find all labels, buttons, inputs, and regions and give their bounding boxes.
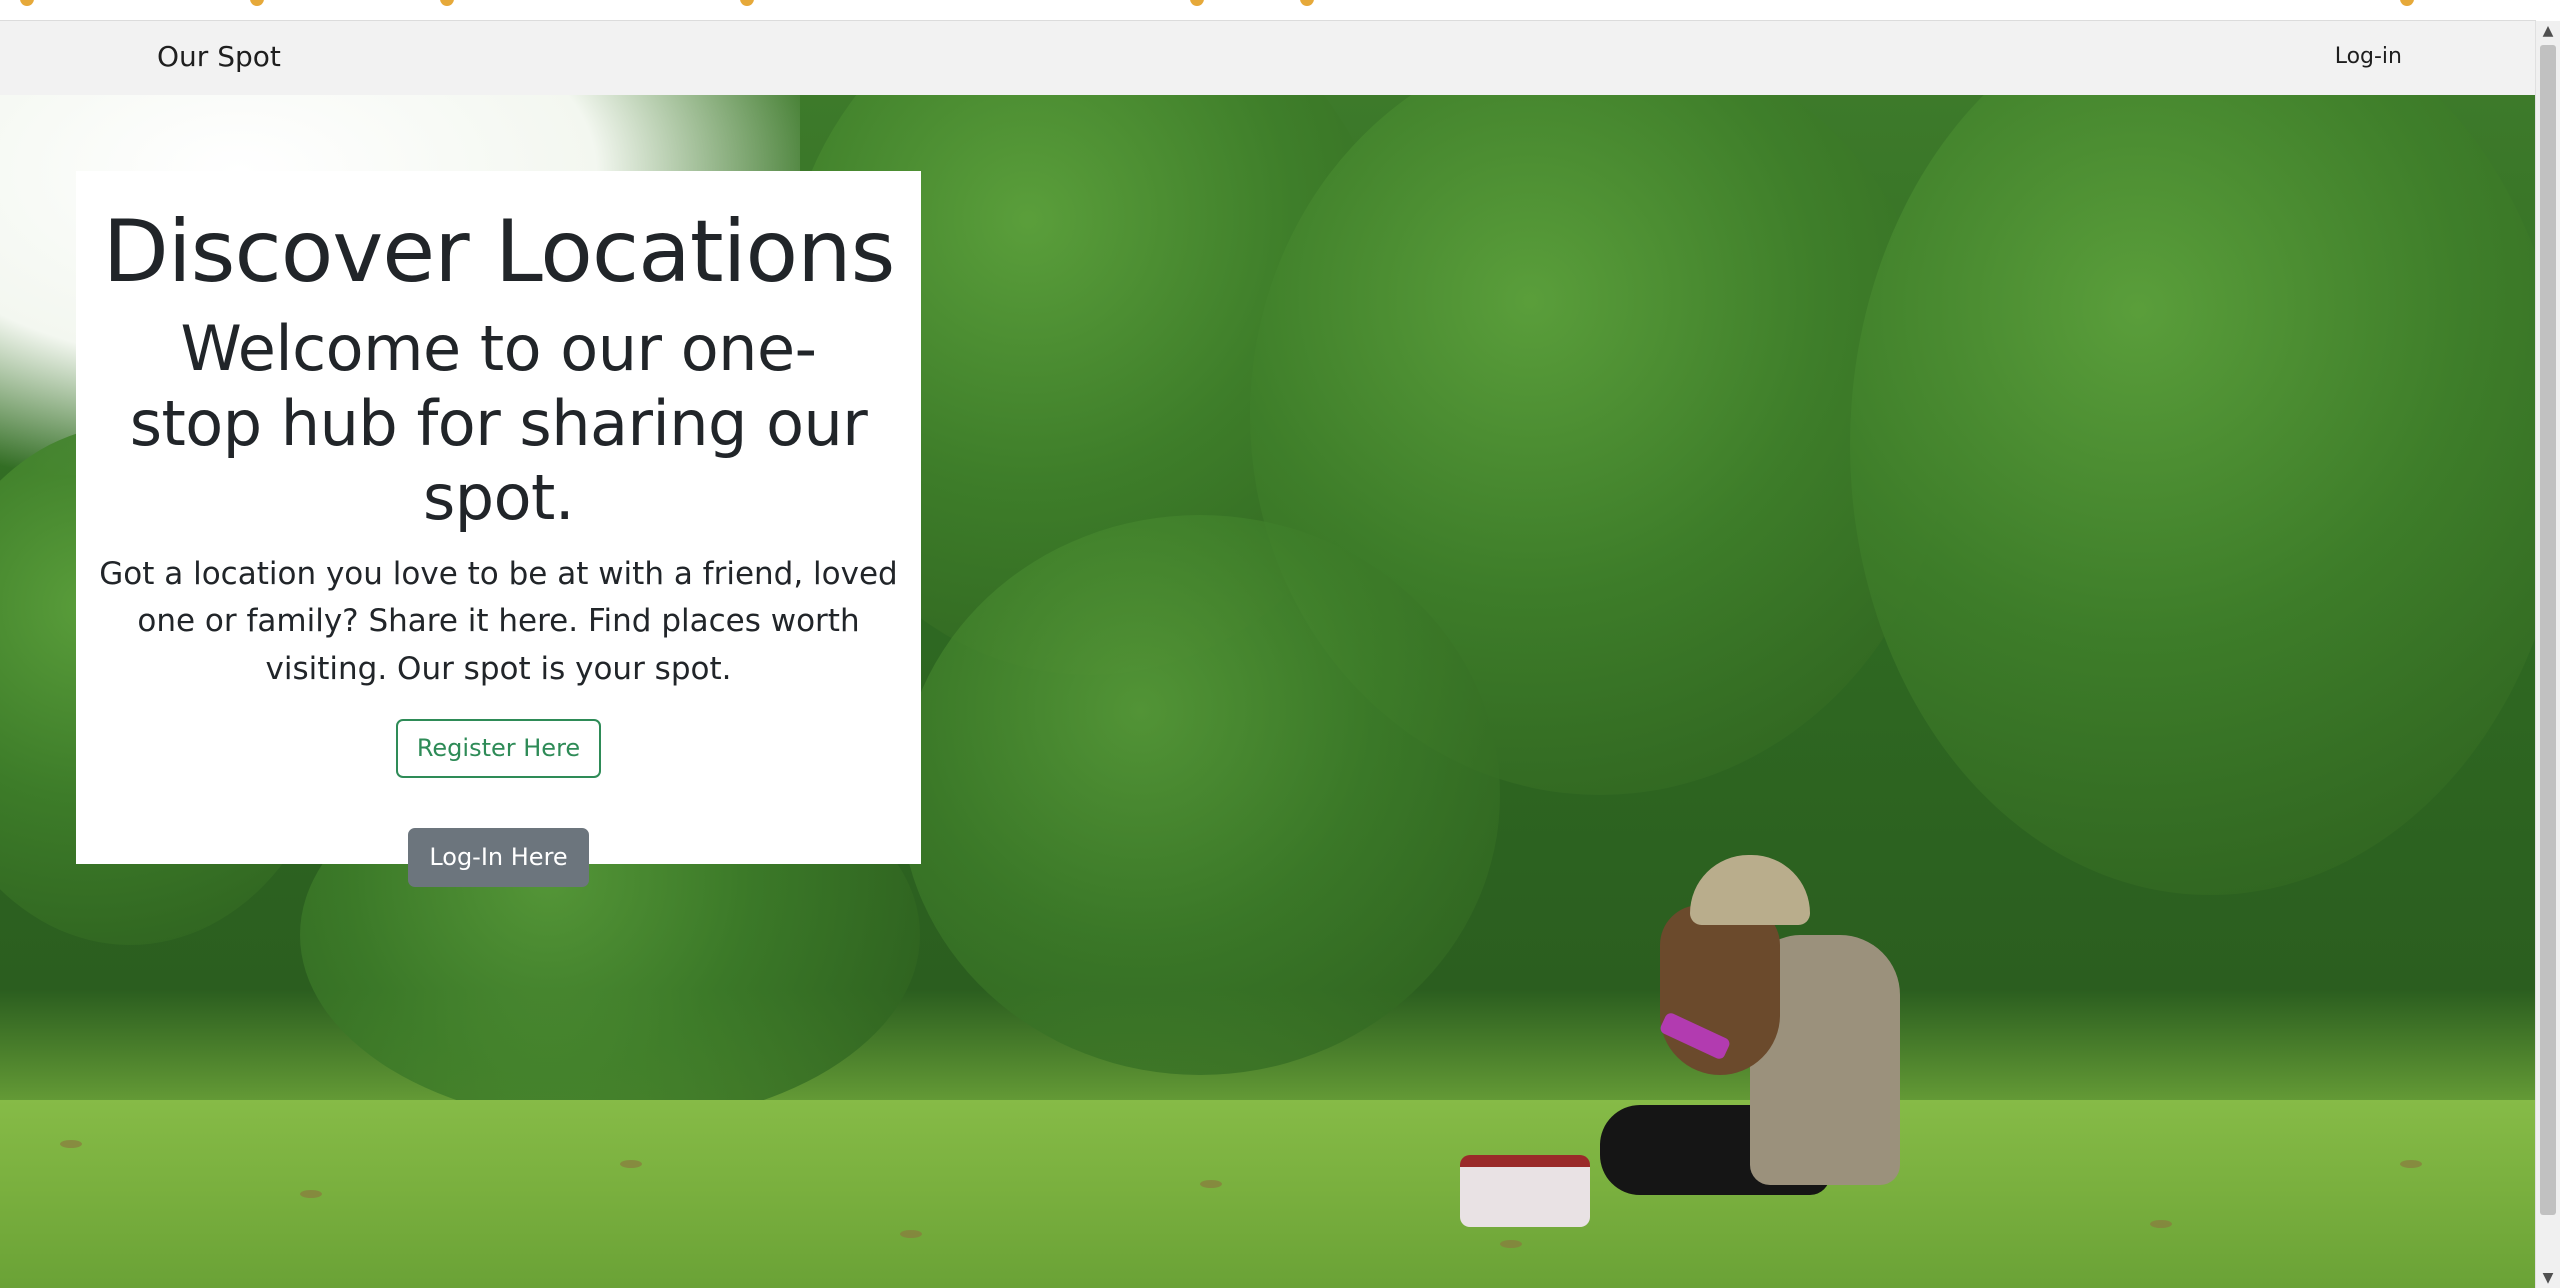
- intro-text: Got a location you love to be at with a …: [99, 556, 898, 687]
- scrollbar-thumb[interactable]: [2540, 45, 2556, 1215]
- tree-foliage: [1850, 95, 2536, 895]
- page: Our Spot Log-in Discover Locations Welco…: [0, 0, 2560, 1288]
- hat: [1690, 855, 1810, 925]
- grass-lawn: [0, 1100, 2536, 1288]
- welcome-card: Discover Locations Welcome to our one-st…: [76, 171, 921, 888]
- decorative-dot: [440, 0, 454, 6]
- decorative-dot: [2400, 0, 2414, 6]
- decorative-dot: [740, 0, 754, 6]
- vertical-scrollbar[interactable]: ▲ ▼: [2535, 21, 2560, 1288]
- scroll-down-arrow-icon[interactable]: ▼: [2536, 1268, 2560, 1288]
- navbar: Our Spot Log-in: [0, 21, 2536, 96]
- page-title: Discover Locations: [102, 202, 896, 302]
- person-sitting-on-grass: [1460, 855, 1980, 1227]
- decorative-dot: [250, 0, 264, 6]
- tree-foliage: [900, 515, 1500, 1075]
- register-button[interactable]: Register Here: [395, 718, 602, 778]
- top-decorative-strip: [0, 0, 2536, 21]
- decorative-dot: [1300, 0, 1314, 6]
- page-subtitle: Welcome to our one-stop hub for sharing …: [129, 312, 868, 534]
- bag: [1460, 1155, 1590, 1227]
- decorative-dot: [1190, 0, 1204, 6]
- login-button[interactable]: Log-In Here: [408, 827, 589, 888]
- scroll-up-arrow-icon[interactable]: ▲: [2536, 21, 2560, 41]
- nav-login-link[interactable]: Log-in: [2335, 43, 2402, 72]
- decorative-dot: [20, 0, 34, 6]
- brand-link[interactable]: Our Spot: [157, 39, 281, 75]
